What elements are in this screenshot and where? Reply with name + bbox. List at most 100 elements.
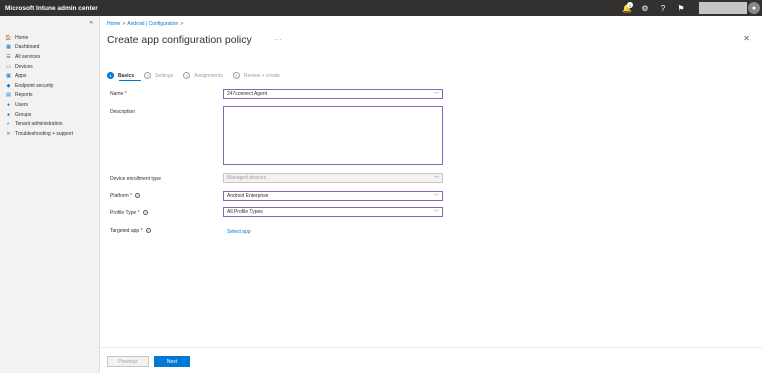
step-number: 4 (232, 72, 240, 79)
sidebar-item-dashboard[interactable]: ▦ Dashboard (0, 43, 100, 53)
chevron-down-icon: ﹀ (433, 92, 439, 98)
apps-icon: ▦ (6, 73, 11, 80)
sidebar-item-label: Tenant administration (15, 121, 63, 128)
sidebar-item-label: Devices (15, 63, 33, 70)
sidebar-item-endpoint-security[interactable]: ◆ Endpoint security (0, 81, 100, 91)
name-label-text: Name (110, 91, 124, 97)
page-title: Create app configuration policy (107, 34, 252, 46)
info-icon[interactable]: i (145, 228, 151, 234)
notification-badge: 1 (627, 2, 633, 8)
sidebar-item-label: Groups (15, 111, 32, 118)
sidebar-item-label: All services (15, 53, 41, 60)
sidebar-item-label: Home (15, 34, 29, 41)
users-icon: ● (6, 101, 11, 108)
home-icon: 🏠 (5, 34, 12, 41)
sidebar-item-devices[interactable]: ▭ Devices (0, 62, 100, 72)
all-services-icon: ☰ (6, 53, 11, 60)
wizard-steps: 1 Basics 2 Settings 3 Assignments 4 Review +… (107, 72, 290, 79)
required-mark: * (124, 91, 127, 97)
previous-button[interactable]: Previous (107, 356, 149, 367)
name-input[interactable]: 247connect Agent ﹀ (223, 89, 443, 99)
avatar[interactable]: ● (748, 2, 760, 14)
dashboard-icon: ▦ (6, 44, 11, 51)
step-label: Review + create (243, 72, 280, 79)
enrollment-type-select: Managed devices ﹀ (223, 173, 443, 183)
sidebar: « 🏠 Home ▦ Dashboard ☰ All services ▭ Devices ▦ A… (0, 16, 100, 373)
groups-icon: ● (6, 111, 11, 118)
top-bar: Microsoft Intune admin center 🔔 1 ⚙ ? ⚑ ● (0, 0, 762, 16)
targeted-app-label-text: Targeted app (110, 228, 140, 234)
targeted-app-label: Targeted app * i (110, 228, 151, 234)
step-number: 2 (144, 72, 152, 79)
profile-type-label-text: Profile Type (110, 210, 137, 216)
sidebar-item-tenant-administration[interactable]: ◐ Tenant administration (0, 119, 100, 129)
step-assignments[interactable]: 3 Assignments (183, 72, 223, 79)
sidebar-item-label: Reports (15, 92, 33, 99)
tenant-admin-icon: ◐ (6, 121, 11, 128)
sidebar-item-label: Endpoint security (15, 82, 54, 89)
reports-icon: ▤ (6, 92, 11, 99)
breadcrumb-android-configuration[interactable]: Android | Configuration (127, 21, 178, 27)
breadcrumb-separator: > (122, 21, 126, 27)
sidebar-item-label: Apps (15, 73, 27, 80)
info-icon[interactable]: i (142, 210, 148, 216)
sidebar-item-reports[interactable]: ▤ Reports (0, 91, 100, 101)
main-content: Home > Android | Configuration > Create app… (100, 16, 762, 373)
wizard-footer: Previous Next (100, 347, 762, 373)
wrench-icon: ✕ (6, 130, 11, 137)
sidebar-item-users[interactable]: ● Users (0, 100, 100, 110)
step-label: Settings (155, 72, 174, 79)
shield-icon: ◆ (6, 82, 11, 89)
profile-type-label: Profile Type * i (110, 210, 148, 216)
step-number: 3 (183, 72, 191, 79)
enrollment-type-value: Managed devices (227, 175, 267, 181)
chevron-down-icon: ﹀ (433, 210, 439, 216)
devices-icon: ▭ (6, 63, 11, 70)
help-icon[interactable]: ? (657, 2, 669, 14)
step-settings[interactable]: 2 Settings (144, 72, 173, 79)
name-value: 247connect Agent (227, 91, 268, 97)
step-review-create[interactable]: 4 Review + create (232, 72, 280, 79)
sidebar-item-groups[interactable]: ● Groups (0, 110, 100, 120)
platform-label-text: Platform (110, 193, 129, 199)
active-step-underline (119, 80, 141, 81)
description-label: Description (110, 109, 136, 115)
breadcrumb-home[interactable]: Home (107, 21, 120, 27)
next-button[interactable]: Next (154, 356, 190, 367)
profile-type-value: All Profile Types (227, 209, 263, 215)
sidebar-item-label: Users (15, 101, 29, 108)
sidebar-item-apps[interactable]: ▦ Apps (0, 71, 100, 81)
sidebar-item-label: Troubleshooting + support (15, 130, 74, 137)
profile-type-select[interactable]: All Profile Types ﹀ (223, 207, 443, 217)
required-mark: * (140, 228, 143, 234)
sidebar-item-all-services[interactable]: ☰ All services (0, 52, 100, 62)
step-label: Basics (118, 72, 135, 79)
feedback-icon[interactable]: ⚑ (675, 2, 687, 14)
account-name-box[interactable] (699, 2, 747, 14)
platform-select[interactable]: Android Enterprise ﹀ (223, 191, 443, 201)
app-title[interactable]: Microsoft Intune admin center (0, 5, 621, 12)
info-icon[interactable]: i (134, 193, 140, 199)
more-options-icon[interactable]: ··· (274, 35, 282, 44)
required-mark: * (137, 210, 140, 216)
name-label: Name * (110, 91, 127, 97)
breadcrumb: Home > Android | Configuration > (107, 21, 185, 27)
sidebar-item-label: Dashboard (15, 44, 40, 51)
description-textarea[interactable] (223, 106, 443, 165)
enrollment-type-label: Device enrollment type (110, 176, 161, 182)
sidebar-item-home[interactable]: 🏠 Home (0, 33, 100, 43)
sidebar-nav: 🏠 Home ▦ Dashboard ☰ All services ▭ Devices ▦ App… (0, 33, 100, 139)
platform-value: Android Enterprise (227, 193, 269, 199)
settings-gear-icon[interactable]: ⚙ (639, 2, 651, 14)
step-number: 1 (107, 72, 114, 79)
sidebar-item-troubleshooting-support[interactable]: ✕ Troubleshooting + support (0, 129, 100, 139)
collapse-sidebar-icon[interactable]: « (90, 20, 93, 26)
notifications-icon[interactable]: 🔔 1 (621, 2, 633, 14)
close-icon[interactable]: ✕ (743, 34, 750, 43)
platform-label: Platform * i (110, 193, 140, 199)
breadcrumb-separator: > (180, 21, 184, 27)
chevron-down-icon: ﹀ (433, 176, 439, 182)
step-basics[interactable]: 1 Basics (107, 72, 134, 79)
step-label: Assignments (194, 72, 223, 79)
select-app-link[interactable]: Select app (227, 229, 251, 235)
